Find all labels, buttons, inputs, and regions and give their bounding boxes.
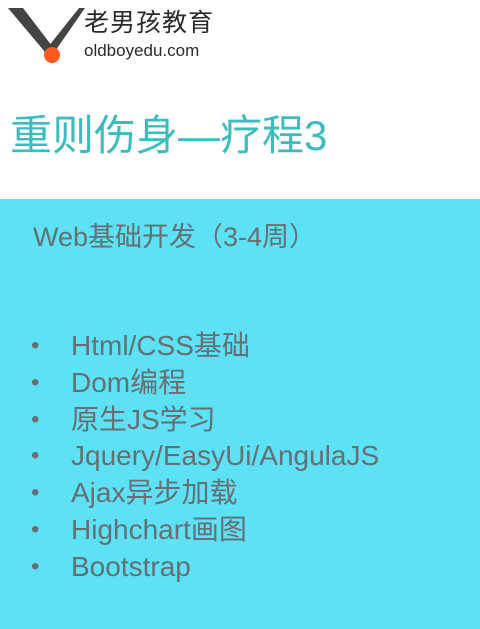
section-subtitle: Web基础开发（3-4周） [33, 222, 317, 252]
logo-chinese-name: 老男孩教育 [84, 9, 215, 37]
topic-label: Dom编程 [71, 366, 187, 398]
slide-title: 重则伤身—疗程3 [10, 112, 328, 159]
bullet-icon: • [31, 368, 40, 396]
bullet-icon: • [31, 479, 40, 507]
bullet-icon: • [31, 442, 40, 470]
bullet-icon: • [31, 515, 40, 543]
topic-label: Ajax异步加载 [71, 477, 238, 509]
topic-label: Highchart画图 [71, 513, 247, 545]
topic-label: 原生JS学习 [71, 403, 216, 435]
bullet-icon: • [31, 552, 40, 580]
topic-label: Bootstrap [71, 550, 191, 582]
slide-content: Web基础开发（3-4周） • Html/CSS基础 • Dom编程 • 原生J… [0, 199, 480, 629]
slide-header: 老男孩教育 oldboyedu.com 重则伤身—疗程3 [0, 0, 480, 199]
slide: 老男孩教育 oldboyedu.com 重则伤身—疗程3 Web基础开发（3-4… [0, 0, 480, 629]
topic-label: Jquery/EasyUi/AngulaJS [71, 440, 380, 472]
bullet-icon: • [31, 332, 40, 359]
bullet-icon: • [31, 405, 40, 433]
topic-label: Html/CSS基础 [71, 330, 250, 361]
oldboy-logo-icon [8, 8, 85, 63]
logo: 老男孩教育 oldboyedu.com [6, 6, 256, 68]
logo-website: oldboyedu.com [84, 41, 200, 60]
